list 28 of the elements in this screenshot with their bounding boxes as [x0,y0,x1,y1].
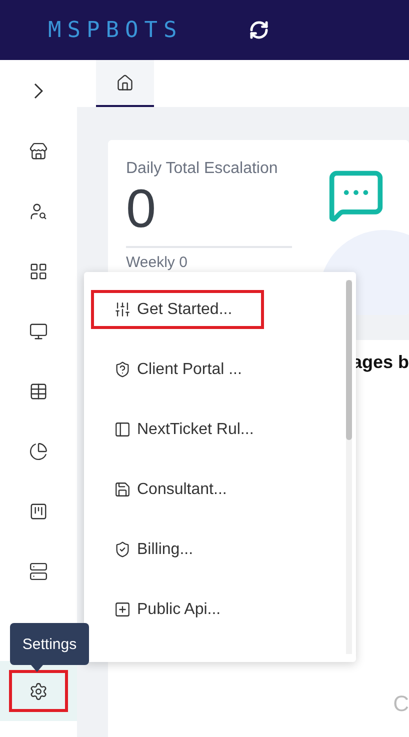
home-tab[interactable] [96,60,154,107]
store-icon [29,142,48,160]
refresh-icon[interactable] [248,20,269,40]
card-value: 0 [126,178,156,240]
card-footer: Weekly 0 [126,254,391,271]
settings-icon [29,682,48,700]
sliders-icon [114,301,131,318]
home-icon [116,74,134,92]
chevron-right-icon [34,83,43,99]
shield-icon [114,361,131,378]
users-icon [29,202,48,220]
logo: MSPBOTS [48,18,183,42]
card-title: Daily Total Escalation [126,160,279,178]
save-icon [114,481,131,498]
plus-icon [114,601,131,618]
tooltip: Settings [10,623,89,665]
scrollbar[interactable] [346,280,352,654]
grid-icon [29,262,48,280]
menu-item[interactable]: Get Started... [91,290,264,329]
panel-icon [114,421,131,438]
sidebar-item[interactable] [0,661,77,721]
server-icon [29,562,48,580]
monitor-icon [29,322,48,340]
pie-icon [29,442,48,460]
kanban-icon [29,502,48,520]
panel-text: C [393,691,409,717]
tooltip-arrow [31,665,43,672]
table-icon [29,382,48,400]
